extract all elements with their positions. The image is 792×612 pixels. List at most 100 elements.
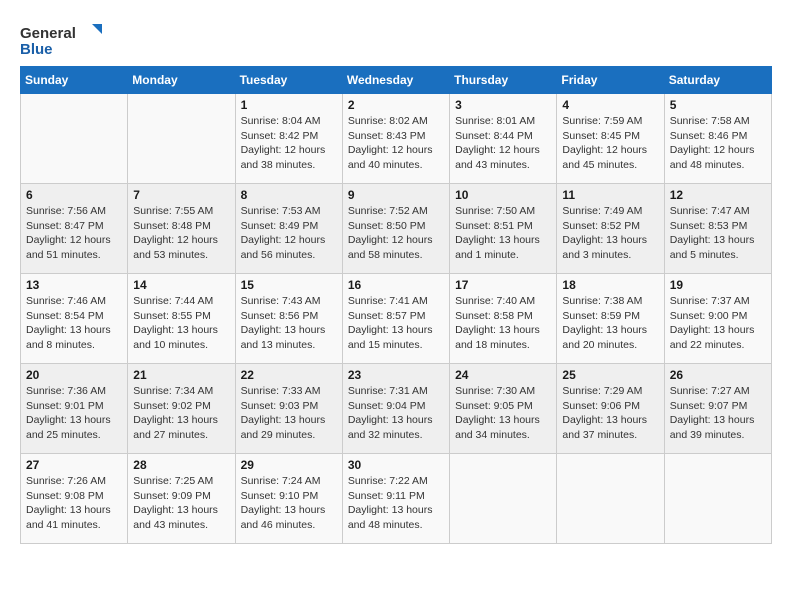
calendar-cell: 17 Sunrise: 7:40 AM Sunset: 8:58 PM Dayli… [450,274,557,364]
calendar-cell: 13 Sunrise: 7:46 AM Sunset: 8:54 PM Dayli… [21,274,128,364]
weekday-header-wednesday: Wednesday [342,67,449,94]
calendar-cell: 12Sunrise: 7:47 AM Sunset: 8:53 PM Dayli… [664,184,771,274]
day-number: 19 [670,278,766,292]
calendar-cell: 20 Sunrise: 7:36 AM Sunset: 9:01 PM Dayli… [21,364,128,454]
day-info: Sunrise: 8:04 AM Sunset: 8:42 PM Dayligh… [241,114,337,173]
weekday-header-saturday: Saturday [664,67,771,94]
calendar-week-row: 6 Sunrise: 7:56 AM Sunset: 8:47 PM Daylig… [21,184,772,274]
day-info: Sunrise: 8:01 AM Sunset: 8:44 PM Dayligh… [455,114,551,173]
day-info: Sunrise: 7:56 AM Sunset: 8:47 PM Dayligh… [26,204,122,263]
day-info: Sunrise: 7:55 AM Sunset: 8:48 PM Dayligh… [133,204,229,263]
calendar-cell: 23Sunrise: 7:31 AM Sunset: 9:04 PM Dayli… [342,364,449,454]
day-number: 22 [241,368,337,382]
calendar-cell: 7 Sunrise: 7:55 AM Sunset: 8:48 PM Daylig… [128,184,235,274]
day-number: 9 [348,188,444,202]
calendar-cell: 2 Sunrise: 8:02 AM Sunset: 8:43 PM Daylig… [342,94,449,184]
day-info: Sunrise: 7:53 AM Sunset: 8:49 PM Dayligh… [241,204,337,263]
weekday-header-tuesday: Tuesday [235,67,342,94]
calendar-cell: 18 Sunrise: 7:38 AM Sunset: 8:59 PM Dayli… [557,274,664,364]
logo-svg: GeneralBlue [20,20,110,60]
day-info: Sunrise: 7:46 AM Sunset: 8:54 PM Dayligh… [26,294,122,353]
day-number: 20 [26,368,122,382]
day-number: 5 [670,98,766,112]
day-number: 21 [133,368,229,382]
day-number: 30 [348,458,444,472]
day-number: 1 [241,98,337,112]
day-number: 4 [562,98,658,112]
day-number: 17 [455,278,551,292]
weekday-header-sunday: Sunday [21,67,128,94]
day-number: 11 [562,188,658,202]
day-number: 18 [562,278,658,292]
day-info: Sunrise: 7:59 AM Sunset: 8:45 PM Dayligh… [562,114,658,173]
day-info: Sunrise: 7:37 AM Sunset: 9:00 PM Dayligh… [670,294,766,353]
day-info: Sunrise: 7:43 AM Sunset: 8:56 PM Dayligh… [241,294,337,353]
calendar-week-row: 27 Sunrise: 7:26 AM Sunset: 9:08 PM Dayli… [21,454,772,544]
calendar-cell: 24 Sunrise: 7:30 AM Sunset: 9:05 PM Dayli… [450,364,557,454]
calendar-cell: 14 Sunrise: 7:44 AM Sunset: 8:55 PM Dayli… [128,274,235,364]
day-number: 2 [348,98,444,112]
logo: GeneralBlue [20,20,110,60]
day-number: 26 [670,368,766,382]
svg-text:General: General [20,25,76,42]
calendar-cell: 1 Sunrise: 8:04 AM Sunset: 8:42 PM Daylig… [235,94,342,184]
calendar-cell [450,454,557,544]
calendar-cell [21,94,128,184]
day-info: Sunrise: 7:26 AM Sunset: 9:08 PM Dayligh… [26,474,122,533]
page-header: GeneralBlue [20,20,772,60]
calendar-cell: 25Sunrise: 7:29 AM Sunset: 9:06 PM Dayli… [557,364,664,454]
day-info: Sunrise: 7:38 AM Sunset: 8:59 PM Dayligh… [562,294,658,353]
day-number: 13 [26,278,122,292]
day-number: 6 [26,188,122,202]
calendar-week-row: 1 Sunrise: 8:04 AM Sunset: 8:42 PM Daylig… [21,94,772,184]
day-info: Sunrise: 7:34 AM Sunset: 9:02 PM Dayligh… [133,384,229,443]
day-info: Sunrise: 7:52 AM Sunset: 8:50 PM Dayligh… [348,204,444,263]
day-info: Sunrise: 8:02 AM Sunset: 8:43 PM Dayligh… [348,114,444,173]
day-info: Sunrise: 7:49 AM Sunset: 8:52 PM Dayligh… [562,204,658,263]
day-info: Sunrise: 7:27 AM Sunset: 9:07 PM Dayligh… [670,384,766,443]
weekday-header-thursday: Thursday [450,67,557,94]
calendar-body: 1 Sunrise: 8:04 AM Sunset: 8:42 PM Daylig… [21,94,772,544]
calendar-cell [557,454,664,544]
calendar-cell: 16Sunrise: 7:41 AM Sunset: 8:57 PM Dayli… [342,274,449,364]
day-info: Sunrise: 7:31 AM Sunset: 9:04 PM Dayligh… [348,384,444,443]
day-number: 24 [455,368,551,382]
calendar-cell: 5Sunrise: 7:58 AM Sunset: 8:46 PM Daylig… [664,94,771,184]
calendar-cell: 6 Sunrise: 7:56 AM Sunset: 8:47 PM Daylig… [21,184,128,274]
calendar-cell: 27 Sunrise: 7:26 AM Sunset: 9:08 PM Dayli… [21,454,128,544]
day-info: Sunrise: 7:33 AM Sunset: 9:03 PM Dayligh… [241,384,337,443]
weekday-header-friday: Friday [557,67,664,94]
calendar-cell: 26 Sunrise: 7:27 AM Sunset: 9:07 PM Dayli… [664,364,771,454]
calendar-cell: 8 Sunrise: 7:53 AM Sunset: 8:49 PM Daylig… [235,184,342,274]
svg-text:Blue: Blue [20,41,53,58]
calendar-cell: 10 Sunrise: 7:50 AM Sunset: 8:51 PM Dayli… [450,184,557,274]
calendar-cell: 9 Sunrise: 7:52 AM Sunset: 8:50 PM Daylig… [342,184,449,274]
day-number: 7 [133,188,229,202]
calendar-cell [664,454,771,544]
day-number: 14 [133,278,229,292]
calendar-table: SundayMondayTuesdayWednesdayThursdayFrid… [20,66,772,544]
day-number: 28 [133,458,229,472]
calendar-cell: 22 Sunrise: 7:33 AM Sunset: 9:03 PM Dayli… [235,364,342,454]
day-number: 10 [455,188,551,202]
day-info: Sunrise: 7:24 AM Sunset: 9:10 PM Dayligh… [241,474,337,533]
day-info: Sunrise: 7:47 AM Sunset: 8:53 PM Dayligh… [670,204,766,263]
calendar-cell: 19 Sunrise: 7:37 AM Sunset: 9:00 PM Dayli… [664,274,771,364]
day-info: Sunrise: 7:30 AM Sunset: 9:05 PM Dayligh… [455,384,551,443]
day-info: Sunrise: 7:44 AM Sunset: 8:55 PM Dayligh… [133,294,229,353]
day-number: 15 [241,278,337,292]
calendar-cell: 29 Sunrise: 7:24 AM Sunset: 9:10 PM Dayli… [235,454,342,544]
day-info: Sunrise: 7:50 AM Sunset: 8:51 PM Dayligh… [455,204,551,263]
day-info: Sunrise: 7:25 AM Sunset: 9:09 PM Dayligh… [133,474,229,533]
day-number: 27 [26,458,122,472]
calendar-week-row: 13 Sunrise: 7:46 AM Sunset: 8:54 PM Dayli… [21,274,772,364]
calendar-cell: 15 Sunrise: 7:43 AM Sunset: 8:56 PM Dayli… [235,274,342,364]
day-number: 29 [241,458,337,472]
day-info: Sunrise: 7:36 AM Sunset: 9:01 PM Dayligh… [26,384,122,443]
day-info: Sunrise: 7:40 AM Sunset: 8:58 PM Dayligh… [455,294,551,353]
day-number: 8 [241,188,337,202]
day-number: 16 [348,278,444,292]
day-number: 25 [562,368,658,382]
weekday-header-row: SundayMondayTuesdayWednesdayThursdayFrid… [21,67,772,94]
day-number: 3 [455,98,551,112]
